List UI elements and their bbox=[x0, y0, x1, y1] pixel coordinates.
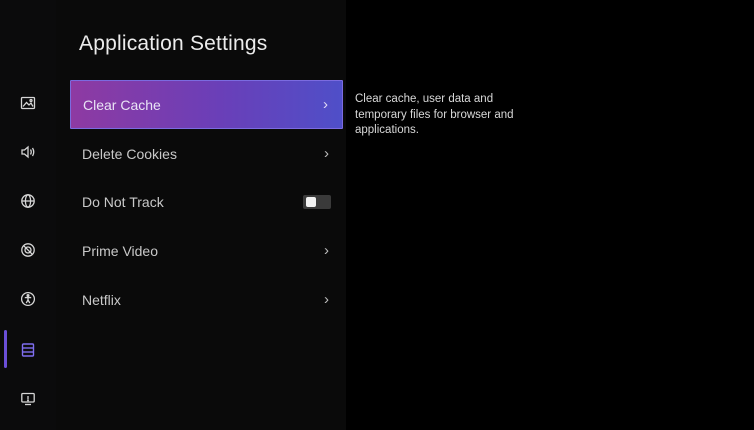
menu-item-label: Do Not Track bbox=[82, 193, 164, 210]
menu-item-label: Clear Cache bbox=[83, 96, 161, 113]
privacy-icon[interactable] bbox=[0, 225, 56, 274]
chevron-right-icon: › bbox=[324, 242, 329, 259]
menu-item-label: Prime Video bbox=[82, 242, 159, 259]
page-title: Application Settings bbox=[79, 32, 268, 55]
settings-category-rail bbox=[0, 0, 56, 430]
applications-icon[interactable] bbox=[0, 325, 56, 374]
toggle-knob bbox=[306, 196, 316, 207]
accessibility-icon[interactable] bbox=[0, 274, 56, 323]
tv-settings-screen: Application Settings Clear Cache › Delet… bbox=[0, 0, 754, 430]
menu-item-clear-cache[interactable]: Clear Cache › bbox=[70, 80, 343, 129]
picture-icon[interactable] bbox=[0, 78, 56, 127]
menu-item-label: Delete Cookies bbox=[82, 145, 177, 162]
menu-item-netflix[interactable]: Netflix › bbox=[70, 275, 343, 324]
chevron-right-icon: › bbox=[323, 96, 328, 113]
setting-description: Clear cache, user data and temporary fil… bbox=[355, 93, 514, 136]
chevron-right-icon: › bbox=[324, 145, 329, 162]
system-icon[interactable] bbox=[0, 374, 56, 423]
chevron-right-icon: › bbox=[324, 291, 329, 308]
do-not-track-toggle[interactable] bbox=[303, 194, 331, 209]
menu-item-label: Netflix bbox=[82, 291, 121, 308]
menu-item-do-not-track[interactable]: Do Not Track bbox=[70, 177, 343, 226]
menu-item-delete-cookies[interactable]: Delete Cookies › bbox=[70, 129, 343, 178]
menu-item-prime-video[interactable]: Prime Video › bbox=[70, 226, 343, 275]
sound-icon[interactable] bbox=[0, 127, 56, 176]
network-icon[interactable] bbox=[0, 176, 56, 225]
